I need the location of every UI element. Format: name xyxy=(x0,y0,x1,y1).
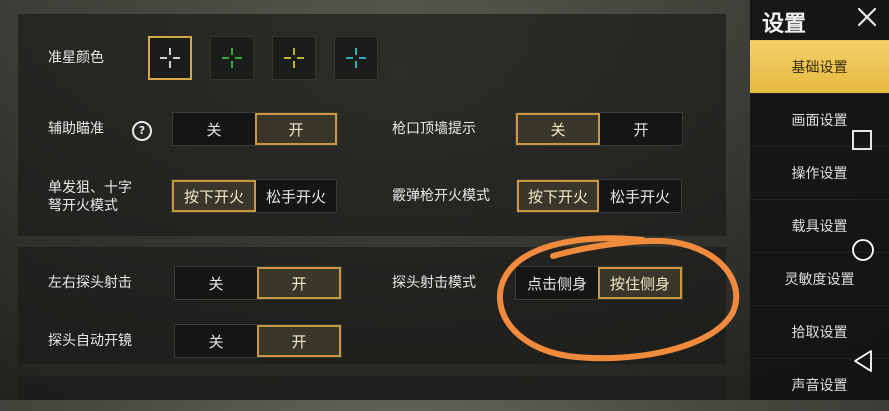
peek-scope-on[interactable]: 开 xyxy=(257,325,341,357)
single-fire-label-line1: 单发狙、十字 xyxy=(48,180,132,196)
crosshair-swatch-white[interactable] xyxy=(148,36,192,80)
settings-panel-next xyxy=(18,376,726,400)
crosshair-cyan-icon xyxy=(346,48,366,68)
shotgun-fire-toggle: 按下开火 松手开火 xyxy=(516,179,682,213)
single-fire-release[interactable]: 松手开火 xyxy=(256,180,336,212)
peek-scope-off[interactable]: 关 xyxy=(175,325,257,357)
shotgun-fire-label: 霰弹枪开火模式 xyxy=(392,188,490,204)
help-icon[interactable]: ? xyxy=(132,121,152,141)
crosshair-white-icon xyxy=(160,48,180,68)
muzzle-hint-label: 枪口顶墙提示 xyxy=(392,121,476,137)
peek-scope-label: 探头自动开镜 xyxy=(48,333,132,349)
recent-apps-icon[interactable] xyxy=(851,129,873,151)
crosshair-swatch-cyan[interactable] xyxy=(334,36,378,80)
assist-aim-on[interactable]: 开 xyxy=(255,113,337,145)
single-fire-toggle: 按下开火 松手开火 xyxy=(171,179,337,213)
crosshair-color-label: 准星颜色 xyxy=(48,50,104,66)
peek-fire-off[interactable]: 关 xyxy=(175,267,257,299)
back-icon[interactable] xyxy=(851,349,875,373)
peek-fire-on[interactable]: 开 xyxy=(257,267,341,299)
home-icon[interactable] xyxy=(851,238,875,262)
sidebar-item-controls[interactable]: 操作设置 xyxy=(750,146,889,199)
single-fire-press[interactable]: 按下开火 xyxy=(172,180,256,212)
muzzle-hint-toggle: 关 开 xyxy=(515,112,683,146)
crosshair-swatch-green[interactable] xyxy=(210,36,254,80)
close-icon[interactable] xyxy=(855,5,879,29)
assist-aim-label: 辅助瞄准 xyxy=(48,121,104,137)
sidebar-item-basic[interactable]: 基础设置 xyxy=(750,40,889,93)
peek-scope-toggle: 关 开 xyxy=(174,324,342,358)
crosshair-swatch-yellow[interactable] xyxy=(272,36,316,80)
shotgun-fire-press[interactable]: 按下开火 xyxy=(517,180,599,212)
assist-aim-off[interactable]: 关 xyxy=(173,113,255,145)
peek-fire-label: 左右探头射击 xyxy=(48,275,132,291)
crosshair-green-icon xyxy=(222,48,242,68)
shotgun-fire-release[interactable]: 松手开火 xyxy=(599,180,681,212)
annotation-circle xyxy=(497,235,740,362)
muzzle-hint-on[interactable]: 开 xyxy=(600,113,682,145)
single-fire-label-line2: 弩开火模式 xyxy=(48,198,118,214)
peek-mode-label: 探头射击模式 xyxy=(392,275,476,291)
sidebar-title: 设置 xyxy=(762,12,807,37)
muzzle-hint-off[interactable]: 关 xyxy=(516,113,600,145)
peek-fire-toggle: 关 开 xyxy=(174,266,342,300)
assist-aim-toggle: 关 开 xyxy=(172,112,338,146)
crosshair-yellow-icon xyxy=(284,48,304,68)
